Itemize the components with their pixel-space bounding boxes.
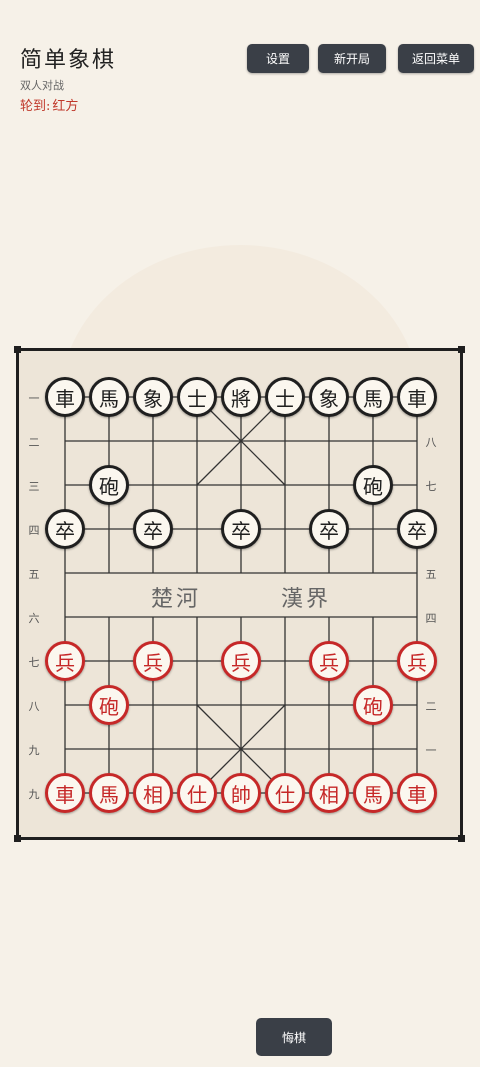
chess-board[interactable]: 楚河 漢界 一二三四五六七八九九 八七五四二一 車馬象士將士象馬車砲砲卒卒卒卒卒… [14,346,465,842]
red-piece[interactable]: 帥 [221,773,261,813]
red-piece[interactable]: 車 [45,773,85,813]
row-number-left: 二 [28,436,40,449]
row-number-left: 七 [28,656,40,669]
red-piece[interactable]: 馬 [89,773,129,813]
settings-button[interactable]: 设置 [247,44,309,73]
black-piece[interactable]: 車 [45,377,85,417]
red-piece[interactable]: 仕 [265,773,305,813]
row-number-right: 一 [425,744,437,757]
new-game-button[interactable]: 新开局 [318,44,386,73]
black-piece[interactable]: 卒 [221,509,261,549]
game-mode-subtitle: 双人对战 [20,79,64,92]
turn-indicator: 轮到: 红方 [20,95,78,114]
red-piece[interactable]: 兵 [397,641,437,681]
row-number-left: 五 [28,568,40,581]
black-piece[interactable]: 砲 [89,465,129,505]
red-piece[interactable]: 車 [397,773,437,813]
black-piece[interactable]: 士 [177,377,217,417]
row-number-right: 五 [425,568,437,581]
app-title: 简单象棋 [20,48,117,73]
river-text-han-jie: 漢界 [281,587,332,612]
back-menu-button[interactable]: 返回菜单 [398,44,474,73]
black-piece[interactable]: 馬 [89,377,129,417]
black-piece[interactable]: 士 [265,377,305,417]
row-number-left: 一 [28,392,40,405]
undo-button[interactable]: 悔棋 [256,1018,332,1056]
river-text-chu-he: 楚河 [151,587,202,612]
row-number-right: 二 [425,700,437,713]
turn-value: 红方 [52,99,79,114]
row-number-left: 三 [28,480,40,493]
black-piece[interactable]: 象 [133,377,173,417]
black-piece[interactable]: 卒 [45,509,85,549]
red-piece[interactable]: 砲 [353,685,393,725]
red-piece[interactable]: 兵 [309,641,349,681]
row-number-left: 九 [28,788,40,801]
black-piece[interactable]: 象 [309,377,349,417]
row-number-right: 七 [425,480,437,493]
row-number-left: 四 [28,524,40,537]
red-piece[interactable]: 馬 [353,773,393,813]
row-number-left: 六 [28,612,40,625]
row-number-right: 四 [425,612,437,625]
red-piece[interactable]: 兵 [45,641,85,681]
black-piece[interactable]: 卒 [133,509,173,549]
board-grid [64,396,418,794]
black-piece[interactable]: 卒 [309,509,349,549]
row-number-left: 八 [28,700,40,713]
red-piece[interactable]: 兵 [133,641,173,681]
black-piece[interactable]: 卒 [397,509,437,549]
row-number-left: 九 [28,744,40,757]
row-number-right: 八 [425,436,437,449]
turn-label: 轮到: [20,99,51,114]
red-piece[interactable]: 砲 [89,685,129,725]
red-piece[interactable]: 兵 [221,641,261,681]
black-piece[interactable]: 車 [397,377,437,417]
red-piece[interactable]: 仕 [177,773,217,813]
red-piece[interactable]: 相 [309,773,349,813]
black-piece[interactable]: 將 [221,377,261,417]
red-piece[interactable]: 相 [133,773,173,813]
black-piece[interactable]: 馬 [353,377,393,417]
black-piece[interactable]: 砲 [353,465,393,505]
